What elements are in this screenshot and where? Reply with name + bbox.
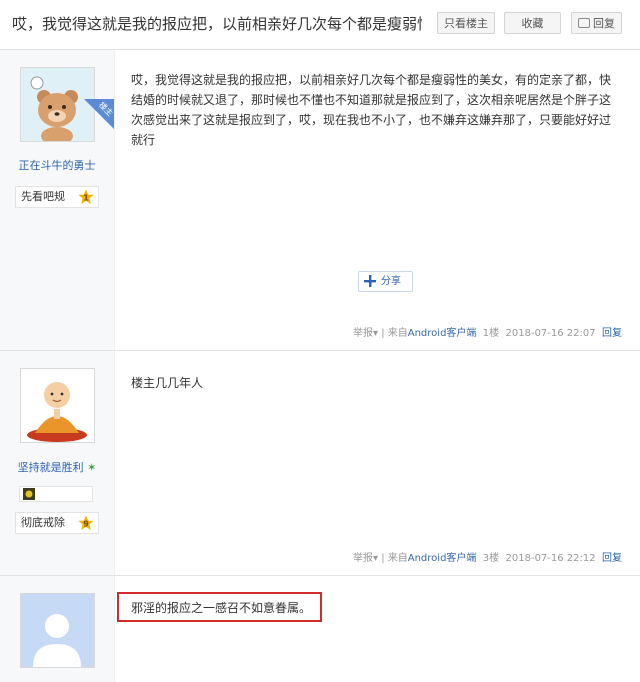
post-content: 楼主几几年人 xyxy=(131,376,204,390)
op-tag: 楼主 xyxy=(84,99,114,129)
avatar[interactable] xyxy=(20,368,95,443)
badge-name: 彻底戒除 xyxy=(21,516,65,529)
share-label: 分享 xyxy=(381,276,401,287)
post-time: 2018-07-16 22:07 xyxy=(505,328,596,339)
share-button[interactable]: 分享 xyxy=(358,271,413,292)
default-avatar-icon xyxy=(21,594,94,667)
op-corner-ribbon-icon: 楼主 xyxy=(84,99,114,129)
member-badge[interactable]: 彻底戒除 9 xyxy=(15,512,99,534)
author-sidebar: 正在斗牛的勇士 先看吧规 1 xyxy=(0,50,115,350)
post-content: 哎，我觉得这就是我的报应把，以前相亲好几次每个都是瘦弱性的美女，有的定亲了都，快… xyxy=(131,73,612,147)
plus-icon xyxy=(364,275,376,287)
reply-button-label: 回复 xyxy=(593,17,615,30)
author-sidebar: 坚持就是胜利 ✶ 彻底戒除 9 xyxy=(0,351,115,575)
post-tail: 举报▾ | 来自Android客户端 3楼 2018-07-16 22:12 回… xyxy=(353,553,622,564)
member-badge[interactable]: 先看吧规 1 xyxy=(15,186,99,208)
post-floor-3: 坚持就是胜利 ✶ 彻底戒除 9 楼主几几年人 举报▾ | 来自Android客户… xyxy=(0,351,640,576)
favorite-button[interactable]: 收藏 xyxy=(504,12,561,34)
client-link[interactable]: Android客户端 xyxy=(408,553,477,564)
author-sidebar xyxy=(0,576,115,682)
post-time: 2018-07-16 22:12 xyxy=(505,553,596,564)
report-link[interactable]: 举报 xyxy=(353,328,373,339)
medal-icon[interactable] xyxy=(23,488,35,500)
palm-tree-icon: ✶ xyxy=(87,461,97,474)
post-tail: 举报▾ | 来自Android客户端 1楼 2018-07-16 22:07 回… xyxy=(353,328,622,339)
level-star-icon: 1 xyxy=(78,189,94,204)
report-link[interactable]: 举报 xyxy=(353,553,373,564)
thread-title: 哎，我觉得这就是我的报应把，以前相亲好几次每个都是瘦弱性... xyxy=(12,15,422,33)
badge-name: 先看吧规 xyxy=(21,190,65,203)
floor-number: 1楼 xyxy=(482,328,500,339)
floor-number: 3楼 xyxy=(482,553,500,564)
client-link[interactable]: Android客户端 xyxy=(408,328,477,339)
comment-icon xyxy=(578,18,590,28)
post-floor-1: 正在斗牛的勇士 先看吧规 1 楼主 哎，我觉得这就是我的报应把，以前相亲好几次每… xyxy=(0,50,640,351)
monk-avatar-icon xyxy=(21,369,94,442)
author-name[interactable]: 坚持就是胜利 ✶ xyxy=(0,459,114,475)
medal-bar xyxy=(19,486,93,502)
author-name[interactable]: 正在斗牛的勇士 xyxy=(0,157,114,173)
reply-link[interactable]: 回复 xyxy=(602,328,622,339)
reply-link[interactable]: 回复 xyxy=(602,553,622,564)
only-op-button[interactable]: 只看楼主 xyxy=(437,12,495,34)
level-star-icon: 9 xyxy=(78,515,94,530)
thread-header: 哎，我觉得这就是我的报应把，以前相亲好几次每个都是瘦弱性... 只看楼主 收藏 … xyxy=(0,0,640,50)
level-number: 1 xyxy=(83,194,89,203)
reply-button[interactable]: 回复 xyxy=(571,12,622,34)
avatar[interactable] xyxy=(20,593,95,668)
level-number: 9 xyxy=(83,520,89,529)
highlight-box xyxy=(117,592,322,622)
